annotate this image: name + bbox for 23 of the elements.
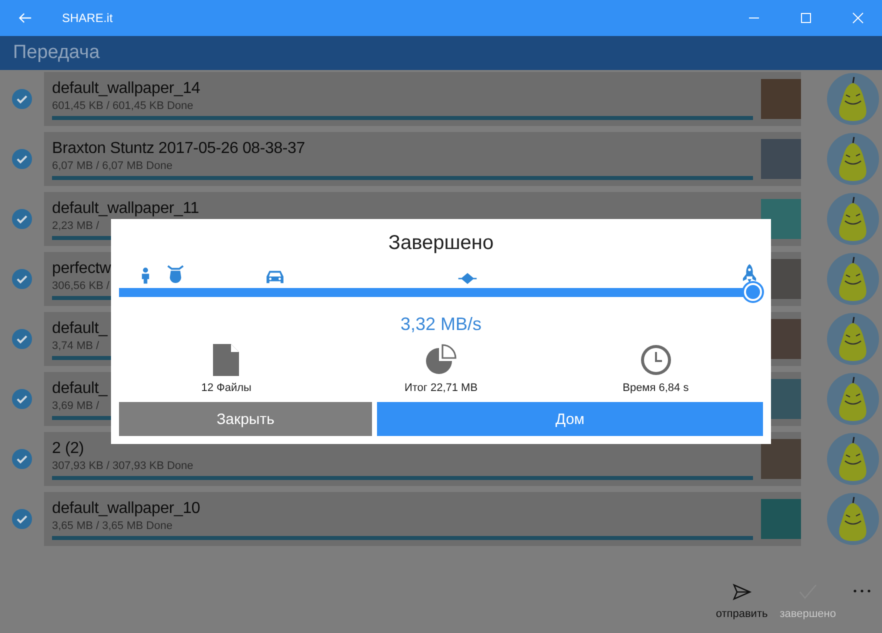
file-progress-text: 601,45 KB / 601,45 KB Done	[52, 98, 194, 112]
window-title: SHARE.it	[62, 11, 113, 25]
file-name: default_wallpaper_11	[52, 198, 199, 218]
page-title: Передача	[13, 42, 100, 64]
file-name: Braxton Stuntz 2017-05-26 08-38-37	[52, 138, 305, 158]
file-progress-text: 307,93 KB / 307,93 KB Done	[52, 458, 194, 472]
file-name: default_	[52, 378, 108, 398]
stat-label: 12 Файлы	[201, 382, 252, 394]
file-name: perfectw	[52, 258, 111, 278]
file-name: 2 (2)	[52, 438, 84, 458]
file-progress-text: 3,65 MB / 3,65 MB Done	[52, 518, 172, 532]
file-progress-text: 306,56 KB /	[52, 278, 110, 292]
stat-label: Время 6,84 s	[622, 382, 689, 394]
file-progress-text: 3,69 MB /	[52, 398, 100, 412]
stat-label: Итог 22,71 MB	[404, 382, 478, 394]
dialog-title: Завершено	[388, 232, 494, 255]
file-progress-text: 2,23 MB /	[52, 218, 100, 232]
file-progress-text: 3,74 MB /	[52, 338, 100, 352]
file-name: default_wallpaper_10	[52, 498, 200, 518]
speed-reading: 3,32 MB/s	[400, 314, 482, 335]
file-progress-text: 6,07 MB / 6,07 MB Done	[52, 158, 172, 172]
file-name: default_	[52, 318, 108, 338]
file-name: default_wallpaper_14	[52, 78, 200, 98]
